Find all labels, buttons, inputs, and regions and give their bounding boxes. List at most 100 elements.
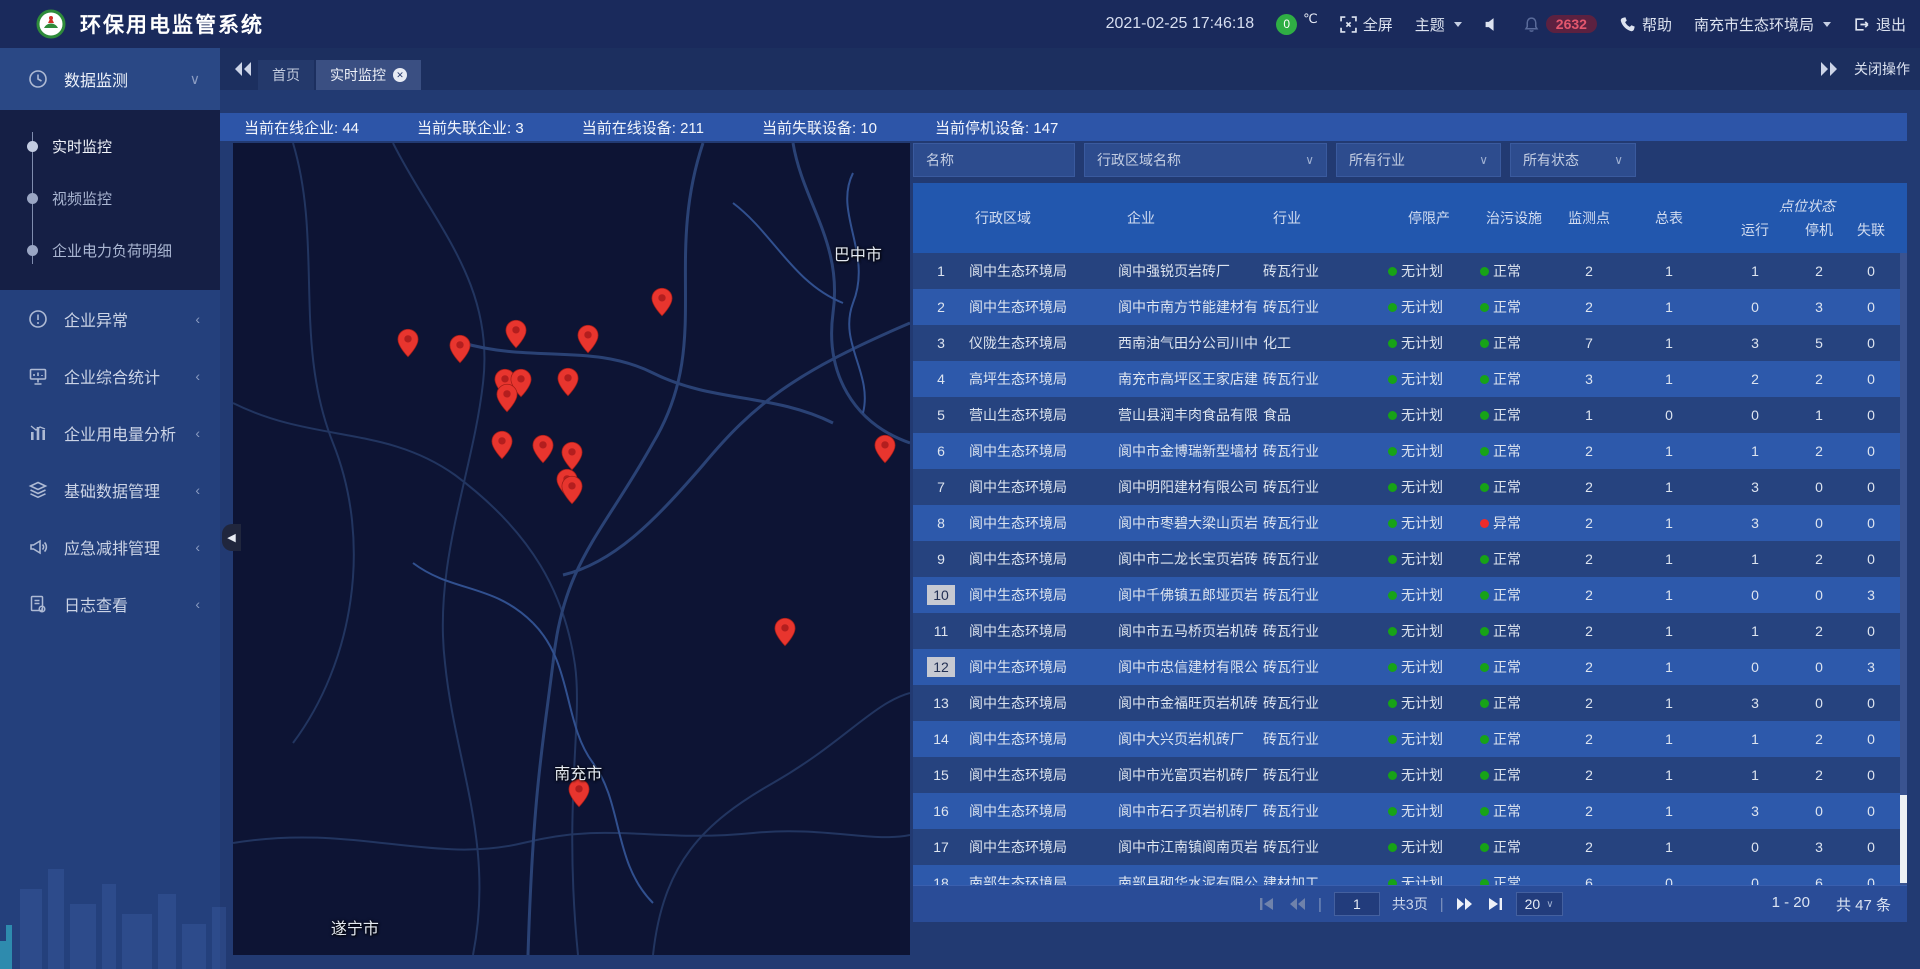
region-filter-select[interactable]: 行政区域名称 ∨ [1084, 143, 1327, 177]
table-row[interactable]: 14阆中生态环境局阆中大兴页岩机砖厂砖瓦行业无计划正常21120 [913, 721, 1907, 757]
total-meter-count: 1 [1625, 695, 1713, 711]
map-pin-icon[interactable] [774, 617, 796, 647]
lost-count: 0 [1841, 335, 1901, 351]
next-page-icon[interactable] [1456, 896, 1474, 912]
map-pin-icon[interactable] [449, 334, 471, 364]
table-row[interactable]: 6阆中生态环境局阆中市金博瑞新型墙材砖瓦行业无计划正常21120 [913, 433, 1907, 469]
running-count: 2 [1713, 371, 1797, 387]
stat-item: 当前失联设备: 10 [762, 117, 877, 138]
vertical-scrollbar[interactable] [1900, 253, 1907, 885]
map-pin-icon[interactable] [397, 328, 419, 358]
table-row[interactable]: 18南部生态环境局南部县砌华水泥有限公建材加工无计划正常60060 [913, 865, 1907, 885]
table-row[interactable]: 4高坪生态环境局南充市高坪区王家店建砖瓦行业无计划正常31220 [913, 361, 1907, 397]
theme-menu[interactable]: 主题 [1415, 14, 1462, 35]
sidebar-item-realtime-monitoring[interactable]: 实时监控 [0, 120, 220, 172]
table-row[interactable]: 15阆中生态环境局阆中市光富页岩机砖厂砖瓦行业无计划正常21120 [913, 757, 1907, 793]
temperature-unit: ℃ [1303, 11, 1318, 27]
tab-close-icon[interactable]: ✕ [393, 68, 407, 82]
logout-button[interactable]: 退出 [1853, 14, 1906, 35]
map-canvas[interactable]: 巴中市南充市遂宁市 [233, 143, 910, 955]
table-row[interactable]: 12阆中生态环境局阆中市忠信建材有限公砖瓦行业无计划正常21003 [913, 649, 1907, 685]
sidebar-item-power-usage-analysis[interactable]: 企业用电量分析‹ [0, 404, 220, 461]
table-row[interactable]: 2阆中生态环境局阆中市南方节能建材有砖瓦行业无计划正常21030 [913, 289, 1907, 325]
lost-count: 0 [1841, 299, 1901, 315]
stop-limit-status-label: 无计划 [1401, 441, 1443, 461]
table-row[interactable]: 5营山生态环境局营山县润丰肉食品有限食品无计划正常10010 [913, 397, 1907, 433]
tab-home[interactable]: 首页 [258, 60, 314, 90]
user-menu[interactable]: 南充市生态环境局 [1694, 14, 1831, 35]
monitor-point-count: 2 [1553, 695, 1625, 711]
industry-cell: 砖瓦行业 [1259, 261, 1383, 281]
collapse-tabs-left-icon[interactable] [232, 58, 254, 80]
last-page-icon[interactable] [1486, 896, 1504, 912]
total-meter-count: 1 [1625, 803, 1713, 819]
sidebar-item-enterprise-abnormal[interactable]: 企业异常‹ [0, 290, 220, 347]
fullscreen-button[interactable]: 全屏 [1340, 14, 1393, 35]
tab-realtime-monitoring[interactable]: 实时监控✕ [316, 60, 421, 90]
map-pin-icon[interactable] [557, 367, 579, 397]
sidebar-item-power-load-detail[interactable]: 企业电力负荷明细 [0, 224, 220, 276]
expand-tabs-right-icon[interactable] [1818, 58, 1840, 80]
sidebar-item-emergency-reduction[interactable]: 应急减排管理‹ [0, 518, 220, 575]
table-row[interactable]: 10阆中生态环境局阆中千佛镇五郎垭页岩砖瓦行业无计划正常21003 [913, 577, 1907, 613]
table-row[interactable]: 3仪陇生态环境局西南油气田分公司川中化工无计划正常71350 [913, 325, 1907, 361]
status-dot-icon [1480, 663, 1489, 672]
page-size-select[interactable]: 20 ∨ [1516, 892, 1563, 916]
status-filter-select[interactable]: 所有状态 ∨ [1510, 143, 1636, 177]
running-count: 1 [1713, 731, 1797, 747]
map-pin-icon[interactable] [532, 434, 554, 464]
user-name: 南充市生态环境局 [1694, 14, 1814, 35]
temperature-badge: 0 [1276, 14, 1297, 35]
table-row[interactable]: 13阆中生态环境局阆中市金福旺页岩机砖砖瓦行业无计划正常21300 [913, 685, 1907, 721]
map-pin-icon[interactable] [577, 324, 599, 354]
status-dot-icon [1480, 447, 1489, 456]
mute-button[interactable] [1484, 16, 1501, 33]
status-dot-icon [1480, 735, 1489, 744]
status-dot-icon [1388, 699, 1397, 708]
prev-page-icon[interactable] [1288, 896, 1306, 912]
map-collapse-handle[interactable]: ◀ [222, 524, 241, 551]
running-count: 3 [1713, 803, 1797, 819]
submenu-bullet-icon [27, 245, 38, 256]
table-row[interactable]: 8阆中生态环境局阆中市枣碧大梁山页岩砖瓦行业无计划异常21300 [913, 505, 1907, 541]
table-row[interactable]: 11阆中生态环境局阆中市五马桥页岩机砖砖瓦行业无计划正常21120 [913, 613, 1907, 649]
map-pin-icon[interactable] [505, 319, 527, 349]
notifications[interactable]: 2632 [1523, 15, 1597, 33]
table-row[interactable]: 16阆中生态环境局阆中市石子页岩机砖厂砖瓦行业无计划正常21300 [913, 793, 1907, 829]
close-operations-button[interactable]: 关闭操作 [1854, 59, 1910, 79]
industry-filter-value: 所有行业 [1349, 150, 1405, 170]
map-pin-icon[interactable] [651, 287, 673, 317]
sidebar-item-data-monitoring[interactable]: 数据监测∨ [0, 48, 220, 110]
sidebar-item-log-view[interactable]: 日志查看‹ [0, 575, 220, 632]
sidebar-item-video-monitoring[interactable]: 视频监控 [0, 172, 220, 224]
col-header-index [913, 183, 969, 253]
running-count: 1 [1713, 263, 1797, 279]
map-pin-icon[interactable] [491, 430, 513, 460]
map-pin-icon[interactable] [561, 475, 583, 505]
point-status-group-label: 点位状态 [1713, 196, 1901, 216]
company-cell: 南充市高坪区王家店建 [1113, 369, 1259, 389]
chevron-down-icon: ∨ [1546, 899, 1553, 910]
region-filter-value: 行政区域名称 [1097, 150, 1181, 170]
first-page-icon[interactable] [1258, 896, 1276, 912]
table-row[interactable]: 17阆中生态环境局阆中市江南镇阆南页岩砖瓦行业无计划正常21030 [913, 829, 1907, 865]
status-dot-icon [1388, 663, 1397, 672]
row-index-cell: 16 [913, 801, 969, 821]
region-cell: 仪陇生态环境局 [969, 333, 1113, 353]
running-count: 0 [1713, 839, 1797, 855]
industry-filter-select[interactable]: 所有行业 ∨ [1336, 143, 1501, 177]
sidebar-item-base-data-management[interactable]: 基础数据管理‹ [0, 461, 220, 518]
map-pin-icon[interactable] [496, 383, 518, 413]
help-button[interactable]: 帮助 [1619, 14, 1672, 35]
scrollbar-thumb[interactable] [1900, 795, 1907, 883]
sidebar-item-enterprise-statistics[interactable]: 企业综合统计‹ [0, 347, 220, 404]
map-pin-icon[interactable] [561, 441, 583, 471]
status-dot-icon [1388, 591, 1397, 600]
map-pin-icon[interactable] [874, 434, 896, 464]
row-index-cell: 6 [913, 441, 969, 461]
name-filter-input[interactable] [926, 152, 1062, 168]
page-number-input[interactable] [1334, 892, 1380, 916]
table-row[interactable]: 9阆中生态环境局阆中市二龙长宝页岩砖砖瓦行业无计划正常21120 [913, 541, 1907, 577]
table-row[interactable]: 7阆中生态环境局阆中明阳建材有限公司砖瓦行业无计划正常21300 [913, 469, 1907, 505]
table-row[interactable]: 1阆中生态环境局阆中强锐页岩砖厂砖瓦行业无计划正常21120 [913, 253, 1907, 289]
